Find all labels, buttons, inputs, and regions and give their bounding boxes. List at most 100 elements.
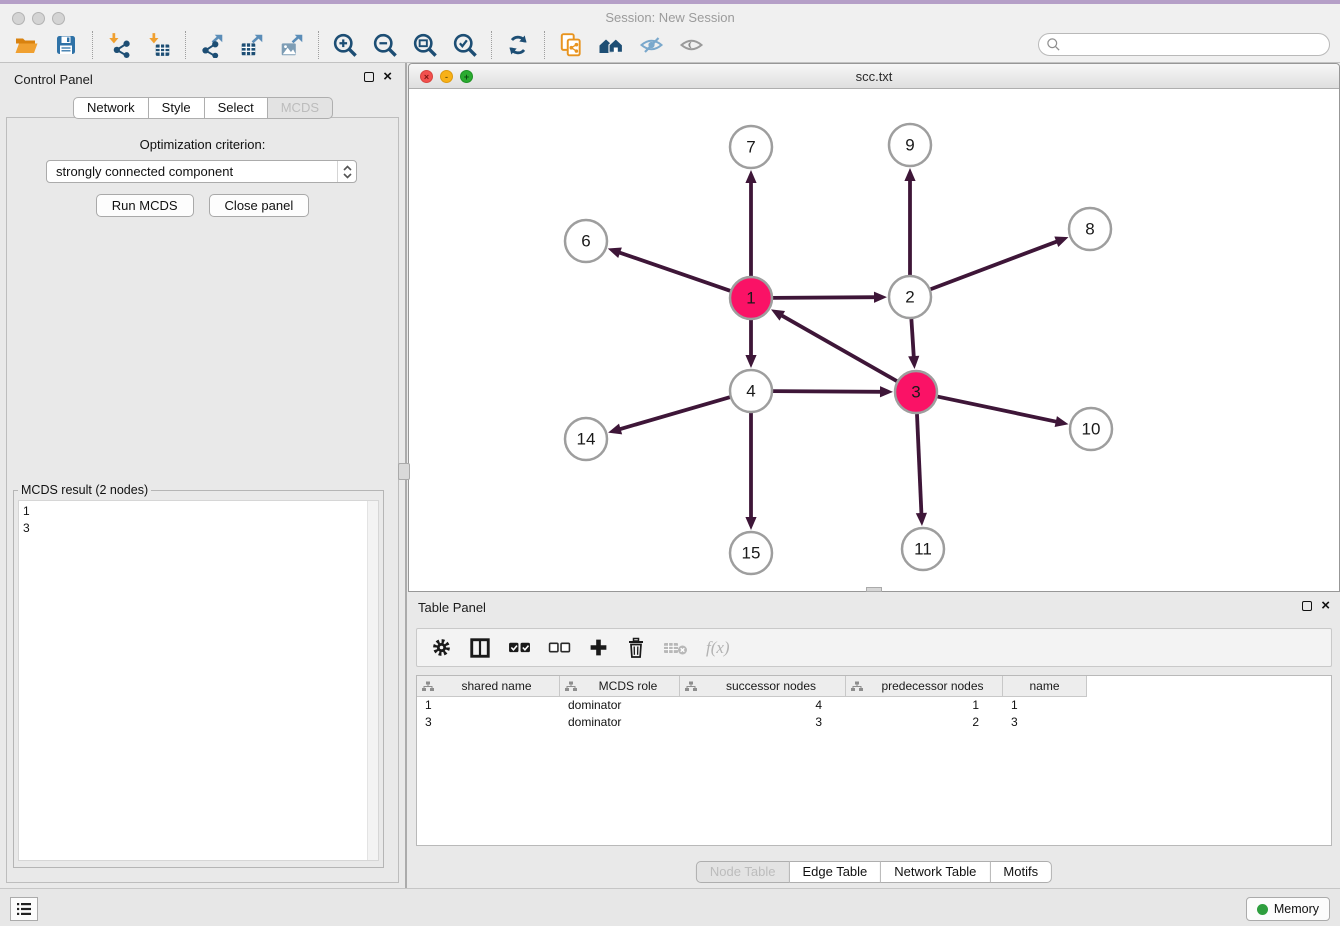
close-table-panel-icon[interactable]: ×	[1321, 601, 1330, 611]
zoom-out-button[interactable]	[365, 29, 405, 61]
edge-1-2[interactable]	[773, 297, 877, 298]
column-header-MCDS-role[interactable]: MCDS role	[560, 676, 680, 697]
cell-shared-name[interactable]: 3	[417, 714, 560, 731]
tab-mcds[interactable]: MCDS	[268, 97, 333, 119]
export-image-button[interactable]	[272, 29, 312, 61]
cell-predecessor-nodes[interactable]: 1	[846, 697, 1003, 714]
edge-arrowhead	[908, 356, 919, 369]
tab-network-table[interactable]: Network Table	[881, 861, 990, 883]
zoom-fit-button[interactable]	[405, 29, 445, 61]
edge-2-8[interactable]	[931, 241, 1060, 290]
zoom-in-icon	[332, 32, 359, 59]
control-panel-title: Control Panel	[14, 72, 93, 87]
session-title: Session: New Session	[0, 10, 1340, 25]
create-column-plus-icon[interactable]	[588, 637, 609, 658]
graph-node-label-2: 2	[905, 288, 914, 307]
edge-arrowhead	[745, 517, 756, 530]
graph-node-label-9: 9	[905, 136, 914, 155]
graph-node-label-6: 6	[581, 232, 590, 251]
close-panel-button[interactable]: Close panel	[209, 194, 310, 217]
hide-panels-button[interactable]	[631, 29, 671, 61]
memory-button[interactable]: Memory	[1246, 897, 1330, 921]
task-list-icon	[16, 902, 32, 916]
delete-column-trash-icon[interactable]	[626, 637, 646, 659]
network-window-titlebar[interactable]: × - + scc.txt	[409, 64, 1339, 89]
zoom-selected-button[interactable]	[445, 29, 485, 61]
panel-divider-grip[interactable]	[398, 463, 410, 480]
node-table[interactable]: shared nameMCDS role successor nodesprede…	[416, 675, 1332, 846]
cell-predecessor-nodes[interactable]: 2	[846, 714, 1003, 731]
toolbar-separator	[491, 31, 492, 59]
mcds-result-box[interactable]: 1 3	[18, 500, 379, 861]
column-type-icon	[685, 681, 697, 692]
zoom-in-button[interactable]	[325, 29, 365, 61]
table-row[interactable]: 3dominator323	[417, 714, 1331, 731]
save-session-button[interactable]	[46, 29, 86, 61]
result-scrollbar[interactable]	[367, 501, 378, 860]
export-network-button[interactable]	[192, 29, 232, 61]
cell-name[interactable]: 1	[1003, 697, 1087, 714]
graph-node-label-10: 10	[1082, 420, 1101, 439]
select-all-columns-icon[interactable]	[508, 641, 531, 655]
tab-edge-table[interactable]: Edge Table	[789, 861, 881, 883]
cell-MCDS-role[interactable]: dominator	[560, 714, 680, 731]
column-header-shared-name[interactable]: shared name	[417, 676, 560, 697]
cell-successor-nodes[interactable]: 3	[680, 714, 846, 731]
task-history-button[interactable]	[10, 897, 38, 921]
edge-3-11[interactable]	[917, 414, 922, 516]
cell-MCDS-role[interactable]: dominator	[560, 697, 680, 714]
edge-4-3[interactable]	[773, 391, 883, 392]
tab-node-table[interactable]: Node Table	[696, 861, 790, 883]
show-graphics-details-button[interactable]	[671, 29, 711, 61]
tab-motifs[interactable]: Motifs	[990, 861, 1052, 883]
save-floppy-icon	[54, 33, 78, 57]
graph-node-label-8: 8	[1085, 220, 1094, 239]
optimization-criterion-label: Optimization criterion:	[7, 137, 398, 152]
network-resize-grip[interactable]	[866, 587, 882, 592]
run-mcds-button[interactable]: Run MCDS	[96, 194, 194, 217]
tab-select[interactable]: Select	[205, 97, 268, 119]
column-header-predecessor-nodes[interactable]: predecessor nodes	[846, 676, 1003, 697]
open-file-button[interactable]	[6, 29, 46, 61]
column-label: successor nodes	[697, 679, 845, 693]
toolbar-separator	[185, 31, 186, 59]
cell-name[interactable]: 3	[1003, 714, 1087, 731]
edge-3-10[interactable]	[938, 397, 1059, 423]
mcds-panel: Optimization criterion: strongly connect…	[6, 117, 399, 883]
toolbar-separator	[544, 31, 545, 59]
unselect-all-columns-icon[interactable]	[548, 641, 571, 655]
apply-layout-button[interactable]	[498, 29, 538, 61]
close-panel-icon[interactable]: ×	[383, 72, 392, 82]
memory-status-dot	[1257, 904, 1268, 915]
float-panel-icon[interactable]	[364, 72, 374, 82]
search-input[interactable]	[1061, 38, 1329, 52]
tab-style[interactable]: Style	[149, 97, 205, 119]
table-settings-gear-icon[interactable]	[431, 637, 452, 658]
edge-3-1[interactable]	[780, 314, 897, 381]
criterion-select[interactable]: strongly connected component	[46, 160, 357, 183]
edge-2-3[interactable]	[911, 319, 914, 359]
edge-1-6[interactable]	[617, 252, 730, 291]
column-header-successor-nodes[interactable]: successor nodes	[680, 676, 846, 697]
select-stepper-icon	[337, 161, 356, 182]
show-all-views-button[interactable]	[591, 29, 631, 61]
control-panel-tabs: NetworkStyleSelectMCDS	[73, 97, 333, 119]
zoom-out-icon	[372, 32, 399, 59]
cell-successor-nodes[interactable]: 4	[680, 697, 846, 714]
import-table-button[interactable]	[139, 29, 179, 61]
cell-shared-name[interactable]: 1	[417, 697, 560, 714]
edge-4-14[interactable]	[618, 397, 730, 430]
show-column-icon[interactable]	[469, 637, 491, 659]
column-header-name[interactable]: name	[1003, 676, 1087, 697]
homes-icon	[597, 33, 625, 57]
network-graph-canvas[interactable]: 7968124314101511	[409, 89, 1339, 591]
tab-network[interactable]: Network	[73, 97, 149, 119]
table-row[interactable]: 1dominator411	[417, 697, 1331, 714]
clone-network-button[interactable]	[551, 29, 591, 61]
table-header-row: shared nameMCDS role successor nodesprede…	[417, 676, 1331, 697]
float-table-panel-icon[interactable]	[1302, 601, 1312, 611]
network-view-window: × - + scc.txt 7968124314101511	[408, 63, 1340, 592]
export-table-button[interactable]	[232, 29, 272, 61]
eye-icon	[678, 33, 705, 57]
import-network-button[interactable]	[99, 29, 139, 61]
